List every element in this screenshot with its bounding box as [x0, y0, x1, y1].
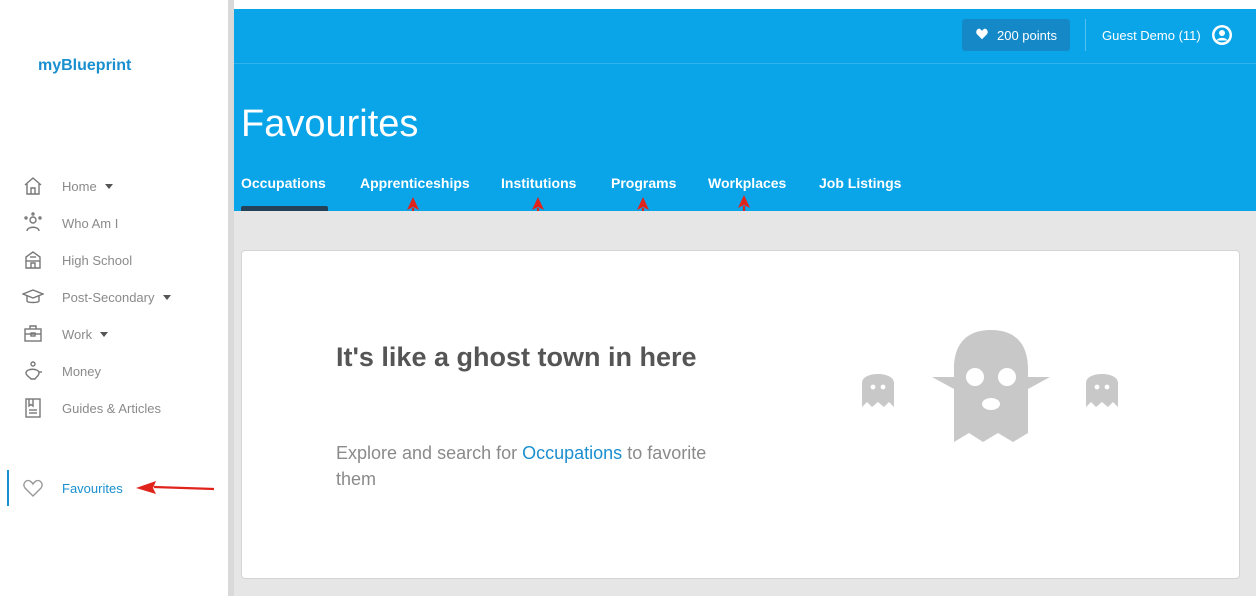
sidebar-item-label: Money [62, 363, 102, 379]
empty-state-card: It's like a ghost town in here Explore a… [241, 250, 1240, 579]
person-icon [22, 212, 44, 234]
sidebar-item-label: Work [62, 326, 93, 342]
tab-apprenticeships[interactable]: Apprenticeships [360, 175, 470, 191]
sidebar-item-who-am-i[interactable]: Who Am I [22, 211, 118, 235]
book-icon [22, 397, 44, 419]
sidebar-item-label: Post-Secondary [62, 289, 155, 305]
sidebar: myBlueprint Home Who Am I High School Po… [0, 0, 228, 596]
sidebar-item-work[interactable]: Work [22, 322, 109, 346]
sidebar-item-guides[interactable]: Guides & Articles [22, 396, 161, 420]
empty-state-title: It's like a ghost town in here [336, 342, 697, 372]
red-arrow-annotation [136, 481, 215, 494]
piggy-bank-icon [22, 360, 44, 382]
chevron-down-icon [162, 294, 171, 300]
empty-state-text: Explore and search for Occupations to fa… [336, 440, 716, 492]
page-header: 200 points Guest Demo (11) Favourites Oc… [234, 9, 1256, 211]
user-avatar-icon [1211, 24, 1233, 46]
header-separator [1085, 19, 1086, 51]
brand-logo[interactable]: myBlueprint [38, 57, 131, 75]
briefcase-icon [22, 323, 44, 345]
points-button[interactable]: 200 points [962, 19, 1070, 51]
ghost-small-right-icon [1086, 374, 1118, 407]
points-label: 200 points [997, 27, 1057, 43]
tab-programs[interactable]: Programs [611, 175, 676, 191]
heart-icon [975, 27, 989, 43]
sidebar-item-home[interactable]: Home [22, 174, 113, 198]
sidebar-item-label: High School [62, 252, 133, 268]
sidebar-item-label: Favourites [62, 480, 123, 496]
page-title: Favourites [241, 103, 419, 145]
sidebar-item-favourites[interactable]: Favourites [22, 476, 123, 500]
ghost-small-left-icon [862, 374, 894, 407]
tab-job-listings[interactable]: Job Listings [819, 175, 901, 191]
sidebar-item-post-secondary[interactable]: Post-Secondary [22, 285, 171, 309]
active-indicator [7, 470, 9, 506]
school-icon [22, 249, 44, 271]
user-menu[interactable]: Guest Demo (11) [1102, 19, 1233, 51]
tab-institutions[interactable]: Institutions [501, 175, 576, 191]
ghost-large-icon [932, 330, 1050, 442]
tab-occupations[interactable]: Occupations [241, 175, 326, 191]
sidebar-item-label: Home [62, 178, 97, 194]
header-divider [234, 63, 1256, 64]
heart-icon [22, 477, 44, 499]
occupations-link[interactable]: Occupations [522, 443, 622, 463]
sidebar-item-label: Guides & Articles [62, 400, 161, 416]
home-icon [22, 175, 44, 197]
chevron-down-icon [100, 331, 109, 337]
graduation-cap-icon [22, 286, 44, 308]
sidebar-item-label: Who Am I [62, 215, 119, 231]
user-name: Guest Demo (11) [1102, 27, 1201, 43]
chevron-down-icon [104, 183, 113, 189]
sidebar-item-money[interactable]: Money [22, 359, 101, 383]
tab-workplaces[interactable]: Workplaces [708, 175, 786, 191]
sidebar-item-high-school[interactable]: High School [22, 248, 132, 272]
empty-state-text-before: Explore and search for [336, 443, 518, 463]
